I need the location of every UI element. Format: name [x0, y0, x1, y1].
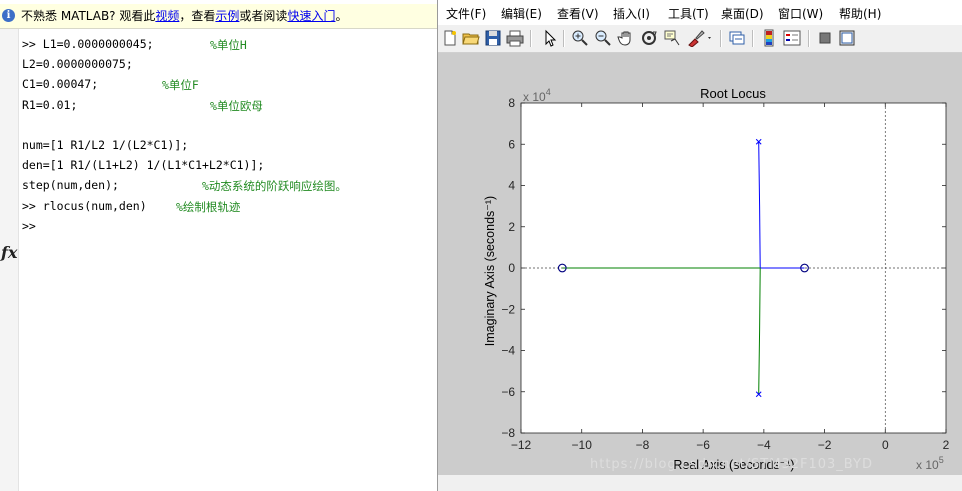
- function-browser-fx-icon[interactable]: fx: [1, 243, 17, 262]
- command-code: >>: [22, 218, 36, 233]
- info-text-part: 不熟悉 MATLAB? 观看此: [21, 9, 156, 23]
- x-exponent-power: 5: [939, 455, 944, 465]
- save-icon[interactable]: [484, 29, 502, 47]
- menu-item[interactable]: 文件(F): [446, 5, 486, 22]
- command-comment: %单位H: [210, 38, 247, 52]
- command-gutter: fx: [0, 29, 19, 491]
- command-line: step(num,den); %动态系统的阶跃响应绘图。: [22, 178, 347, 198]
- y-tick-label: −2: [501, 302, 515, 316]
- command-code: L2=0.0000000075;: [22, 57, 133, 72]
- command-code: num=[1 R1/L2 1/(L2*C1)];: [22, 138, 189, 152]
- y-tick-label: −4: [501, 344, 515, 358]
- command-comment: %单位欧母: [210, 98, 263, 113]
- toolbar-separator: [808, 30, 810, 47]
- x-tick-label: 2: [943, 438, 950, 452]
- colorbar-icon[interactable]: [760, 29, 778, 47]
- command-code: >> L1=0.0000000045;: [22, 37, 154, 51]
- info-text-part: 或者阅读: [239, 9, 288, 23]
- edit-plot-arrow-icon[interactable]: [541, 29, 559, 47]
- menu-item[interactable]: 帮助(H): [839, 5, 881, 22]
- menu-item[interactable]: 桌面(D): [721, 5, 764, 22]
- y-tick-label: −8: [501, 426, 515, 440]
- quick-start-link[interactable]: 快速入门: [287, 9, 335, 23]
- figure-toolbar: [438, 26, 962, 53]
- y-axis-label: Imaginary Axis (seconds⁻¹): [483, 196, 497, 346]
- command-line: >> rlocus(num,den) %绘制根轨迹: [22, 198, 240, 219]
- rotate-3d-icon[interactable]: [640, 29, 658, 47]
- examples-link[interactable]: 示例: [215, 9, 239, 23]
- command-line: den=[1 R1/(L1+L2) 1/(L1*C1+L2*C1)];: [22, 158, 264, 178]
- info-text: 不熟悉 MATLAB? 观看此视频，查看示例或者阅读快速入门。: [21, 4, 347, 28]
- x-tick-label: −6: [696, 438, 710, 452]
- toolbar-separator: [530, 30, 532, 47]
- show-plot-tools-icon[interactable]: [838, 29, 856, 47]
- open-icon[interactable]: [462, 29, 480, 47]
- menu-item[interactable]: 工具(T): [668, 5, 709, 22]
- menu-item[interactable]: 编辑(E): [501, 5, 542, 22]
- data-cursor-icon[interactable]: [663, 29, 681, 47]
- info-bar: i 不熟悉 MATLAB? 观看此视频，查看示例或者阅读快速入门。: [0, 4, 440, 29]
- command-comment: %单位F: [162, 78, 199, 93]
- command-code: >> rlocus(num,den): [22, 198, 147, 213]
- y-exponent-power: 4: [546, 87, 551, 97]
- x-exponent-base: x 10: [916, 458, 939, 472]
- command-line: num=[1 R1/L2 1/(L2*C1)];: [22, 138, 188, 158]
- figure-menubar: 文件(F) 编辑(E) 查看(V) 插入(I) 工具(T) 桌面(D) 窗口(W) 帮助(H): [438, 0, 962, 25]
- y-tick-label: 2: [508, 220, 515, 234]
- menu-item[interactable]: 窗口(W): [778, 5, 823, 22]
- y-tick-label: 4: [508, 179, 515, 193]
- video-link[interactable]: 视频: [155, 9, 179, 23]
- legend-icon[interactable]: [783, 29, 801, 47]
- figure-canvas[interactable]: −12 −10 −8 −6 −4 −2 0 2 −8 −6 −4 −2 0 2 4 6 8 Root Locus…: [438, 53, 962, 475]
- y-tick-label: 8: [508, 96, 515, 110]
- command-code: R1=0.01;: [22, 97, 78, 112]
- hide-plot-tools-icon[interactable]: [816, 29, 834, 47]
- watermark-text: https://blog.csdn.net/STM32F103_BYD: [590, 457, 873, 472]
- command-code: C1=0.00047;: [22, 77, 99, 92]
- menu-item[interactable]: 插入(I): [613, 5, 650, 22]
- window-bottom-edge: [438, 475, 962, 491]
- info-text-part: ，查看: [179, 9, 216, 23]
- x-tick-label: −2: [818, 438, 832, 452]
- new-figure-icon[interactable]: [441, 29, 459, 47]
- toolbar-separator: [563, 30, 565, 47]
- command-line: R1=0.01; %单位欧母: [22, 97, 263, 118]
- x-tick-label: −8: [636, 438, 650, 452]
- command-window[interactable]: i 不熟悉 MATLAB? 观看此视频，查看示例或者阅读快速入门。 fx >> …: [0, 0, 440, 491]
- zoom-out-icon[interactable]: [594, 29, 612, 47]
- y-tick-label: 0: [508, 261, 515, 275]
- command-code: den=[1 R1/(L1+L2) 1/(L1*C1+L2*C1)];: [22, 158, 265, 173]
- link-plot-icon[interactable]: [728, 29, 746, 47]
- root-locus-plot[interactable]: −12 −10 −8 −6 −4 −2 0 2 −8 −6 −4 −2 0 2 4 6 8 Root Locus…: [438, 53, 962, 475]
- command-line: >> L1=0.0000000045; %单位H: [22, 37, 247, 57]
- toolbar-separator: [752, 30, 754, 47]
- figure-window[interactable]: 文件(F) 编辑(E) 查看(V) 插入(I) 工具(T) 桌面(D) 窗口(W) 帮助(H): [437, 0, 962, 491]
- x-exponent-label: x 105: [916, 455, 944, 472]
- x-tick-label: 0: [882, 438, 889, 452]
- info-text-part: 。: [335, 9, 348, 23]
- x-tick-label: −12: [511, 438, 532, 452]
- command-comment: %绘制根轨迹: [176, 199, 241, 214]
- x-tick-label: −4: [757, 438, 771, 452]
- pan-hand-icon[interactable]: [617, 29, 635, 47]
- command-line: L2=0.0000000075;: [22, 57, 133, 77]
- info-icon: i: [2, 9, 15, 22]
- zoom-in-icon[interactable]: [571, 29, 589, 47]
- toolbar-separator: [720, 30, 722, 47]
- y-exponent-base: x 10: [523, 90, 546, 104]
- x-tick-label: −10: [572, 438, 593, 452]
- command-comment: %动态系统的阶跃响应绘图。: [202, 179, 347, 194]
- y-tick-label: 6: [508, 137, 515, 151]
- command-code: step(num,den);: [22, 178, 119, 193]
- print-icon[interactable]: [506, 29, 524, 47]
- chart-title: Root Locus: [700, 86, 766, 101]
- y-exponent-label: x 104: [523, 87, 551, 104]
- brush-icon[interactable]: [686, 29, 714, 47]
- menu-item[interactable]: 查看(V): [557, 5, 599, 22]
- command-line: C1=0.00047; %单位F: [22, 77, 199, 97]
- command-line: >>: [22, 219, 36, 239]
- y-tick-label: −6: [501, 385, 515, 399]
